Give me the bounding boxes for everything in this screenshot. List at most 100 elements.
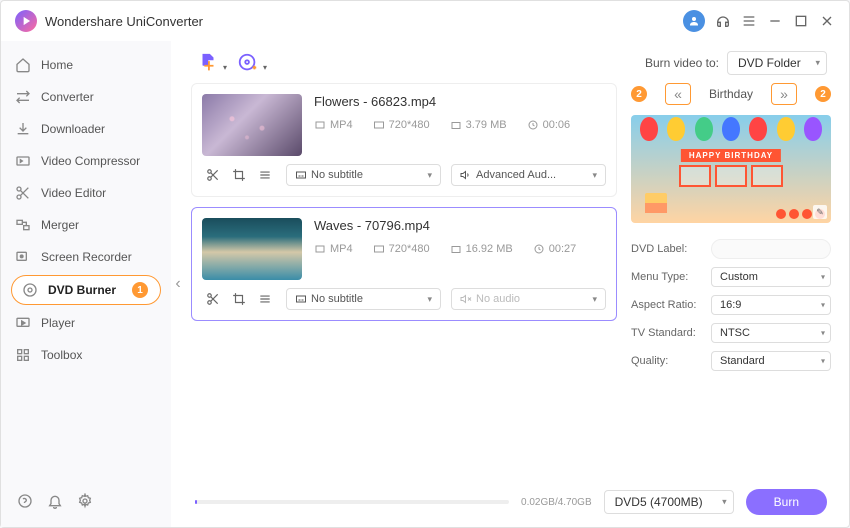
- user-avatar-icon[interactable]: [683, 10, 705, 32]
- menu-type-dropdown[interactable]: Custom: [711, 267, 831, 287]
- sidebar-item-player[interactable]: Player: [1, 307, 171, 339]
- add-file-button[interactable]: ▾: [195, 52, 221, 74]
- step-badge: 2: [631, 86, 647, 102]
- size-icon: [450, 243, 462, 255]
- sidebar-item-recorder[interactable]: Screen Recorder: [1, 241, 171, 273]
- disc-icon: [22, 282, 38, 298]
- bell-icon[interactable]: [47, 493, 63, 509]
- minimize-icon[interactable]: [767, 13, 783, 29]
- trim-icon[interactable]: [206, 292, 220, 306]
- crop-icon[interactable]: [232, 168, 246, 182]
- close-icon[interactable]: [819, 13, 835, 29]
- trim-icon[interactable]: [206, 168, 220, 182]
- resolution-icon: [373, 119, 385, 131]
- sidebar-item-editor[interactable]: Video Editor: [1, 177, 171, 209]
- sidebar-item-toolbox[interactable]: Toolbox: [1, 339, 171, 371]
- prev-template-button[interactable]: «: [665, 83, 691, 105]
- sidebar-item-dvd-burner[interactable]: DVD Burner 1: [11, 275, 161, 305]
- menu-icon[interactable]: [741, 13, 757, 29]
- main: Home Converter Downloader Video Compress…: [1, 41, 849, 527]
- setting-label: Aspect Ratio:: [631, 299, 703, 311]
- body-row: Flowers - 66823.mp4 MP4 720*480 3.79 MB …: [191, 83, 831, 481]
- edit-template-icon[interactable]: ✎: [813, 205, 827, 219]
- right-panel: 2 « Birthday » 2: [631, 83, 831, 481]
- sidebar-item-label: Downloader: [41, 122, 105, 136]
- effects-icon[interactable]: [258, 168, 272, 182]
- video-meta: MP4 720*480 3.79 MB 00:06: [314, 119, 606, 131]
- sidebar-footer: [1, 483, 171, 519]
- template-banner: HAPPY BIRTHDAY: [681, 149, 781, 162]
- setting-label: Menu Type:: [631, 271, 703, 283]
- template-name: Birthday: [709, 87, 753, 101]
- sidebar-item-merger[interactable]: Merger: [1, 209, 171, 241]
- video-list: Flowers - 66823.mp4 MP4 720*480 3.79 MB …: [191, 83, 617, 481]
- setting-label: Quality:: [631, 355, 703, 367]
- video-thumbnail[interactable]: [202, 218, 302, 280]
- converter-icon: [15, 89, 31, 105]
- sidebar-item-label: Home: [41, 58, 73, 72]
- load-disc-button[interactable]: ▾: [235, 52, 261, 74]
- video-title: Flowers - 66823.mp4: [314, 94, 606, 109]
- video-card[interactable]: Waves - 70796.mp4 MP4 720*480 16.92 MB 0…: [191, 207, 617, 321]
- crop-icon[interactable]: [232, 292, 246, 306]
- download-icon: [15, 121, 31, 137]
- disc-usage-text: 0.02GB/4.70GB: [521, 497, 592, 508]
- video-title: Waves - 70796.mp4: [314, 218, 606, 233]
- sidebar-item-home[interactable]: Home: [1, 49, 171, 81]
- merger-icon: [15, 217, 31, 233]
- player-icon: [15, 315, 31, 331]
- subtitle-icon: [295, 169, 307, 181]
- format-icon: [314, 119, 326, 131]
- video-meta: MP4 720*480 16.92 MB 00:27: [314, 243, 606, 255]
- maximize-icon[interactable]: [793, 13, 809, 29]
- no-audio-icon: [460, 293, 472, 305]
- headset-icon[interactable]: [715, 13, 731, 29]
- format-icon: [314, 243, 326, 255]
- aspect-ratio-dropdown[interactable]: 16:9: [711, 295, 831, 315]
- scissors-icon: [15, 185, 31, 201]
- subtitle-icon: [295, 293, 307, 305]
- sidebar-item-converter[interactable]: Converter: [1, 81, 171, 113]
- disc-usage-bar: [195, 500, 509, 504]
- disc-type-dropdown[interactable]: DVD5 (4700MB): [604, 490, 734, 514]
- step-badge: 1: [132, 282, 148, 298]
- quality-dropdown[interactable]: Standard: [711, 351, 831, 371]
- dvd-label-input[interactable]: [711, 239, 831, 259]
- subtitle-dropdown[interactable]: No subtitle: [286, 164, 441, 186]
- sidebar-item-compressor[interactable]: Video Compressor: [1, 145, 171, 177]
- burn-button[interactable]: Burn: [746, 489, 827, 515]
- load-disc-icon: [237, 52, 259, 74]
- tv-standard-dropdown[interactable]: NTSC: [711, 323, 831, 343]
- sidebar-item-downloader[interactable]: Downloader: [1, 113, 171, 145]
- app-window: Wondershare UniConverter: [0, 0, 850, 528]
- sidebar-collapse-handle[interactable]: ‹: [171, 41, 185, 527]
- sidebar-item-label: Merger: [41, 218, 79, 232]
- footer: 0.02GB/4.70GB DVD5 (4700MB) Burn: [191, 481, 831, 515]
- size-icon: [450, 119, 462, 131]
- burn-to-label: Burn video to:: [645, 56, 719, 70]
- next-template-button[interactable]: »: [771, 83, 797, 105]
- resolution-icon: [373, 243, 385, 255]
- content: ▾ ▾ Burn video to: DVD Folder: [185, 41, 849, 527]
- effects-icon[interactable]: [258, 292, 272, 306]
- template-nav: 2 « Birthday » 2: [631, 83, 831, 105]
- sidebar-item-label: Video Editor: [41, 186, 106, 200]
- subtitle-dropdown[interactable]: No subtitle: [286, 288, 441, 310]
- app-title: Wondershare UniConverter: [45, 14, 203, 29]
- dvd-settings: DVD Label: Menu Type: Custom Aspect Rati…: [631, 239, 831, 371]
- help-icon[interactable]: [17, 493, 33, 509]
- video-thumbnail[interactable]: [202, 94, 302, 156]
- duration-icon: [527, 119, 539, 131]
- audio-dropdown[interactable]: Advanced Aud...: [451, 164, 606, 186]
- video-card[interactable]: Flowers - 66823.mp4 MP4 720*480 3.79 MB …: [191, 83, 617, 197]
- burn-target-dropdown[interactable]: DVD Folder: [727, 51, 827, 75]
- audio-dropdown[interactable]: No audio: [451, 288, 606, 310]
- gear-icon[interactable]: [77, 493, 93, 509]
- template-preview[interactable]: HAPPY BIRTHDAY ✎: [631, 115, 831, 223]
- setting-label: DVD Label:: [631, 243, 703, 255]
- sidebar-item-label: Toolbox: [41, 348, 82, 362]
- step-badge: 2: [815, 86, 831, 102]
- sidebar-item-label: Converter: [41, 90, 94, 104]
- add-file-icon: [197, 52, 219, 74]
- setting-label: TV Standard:: [631, 327, 703, 339]
